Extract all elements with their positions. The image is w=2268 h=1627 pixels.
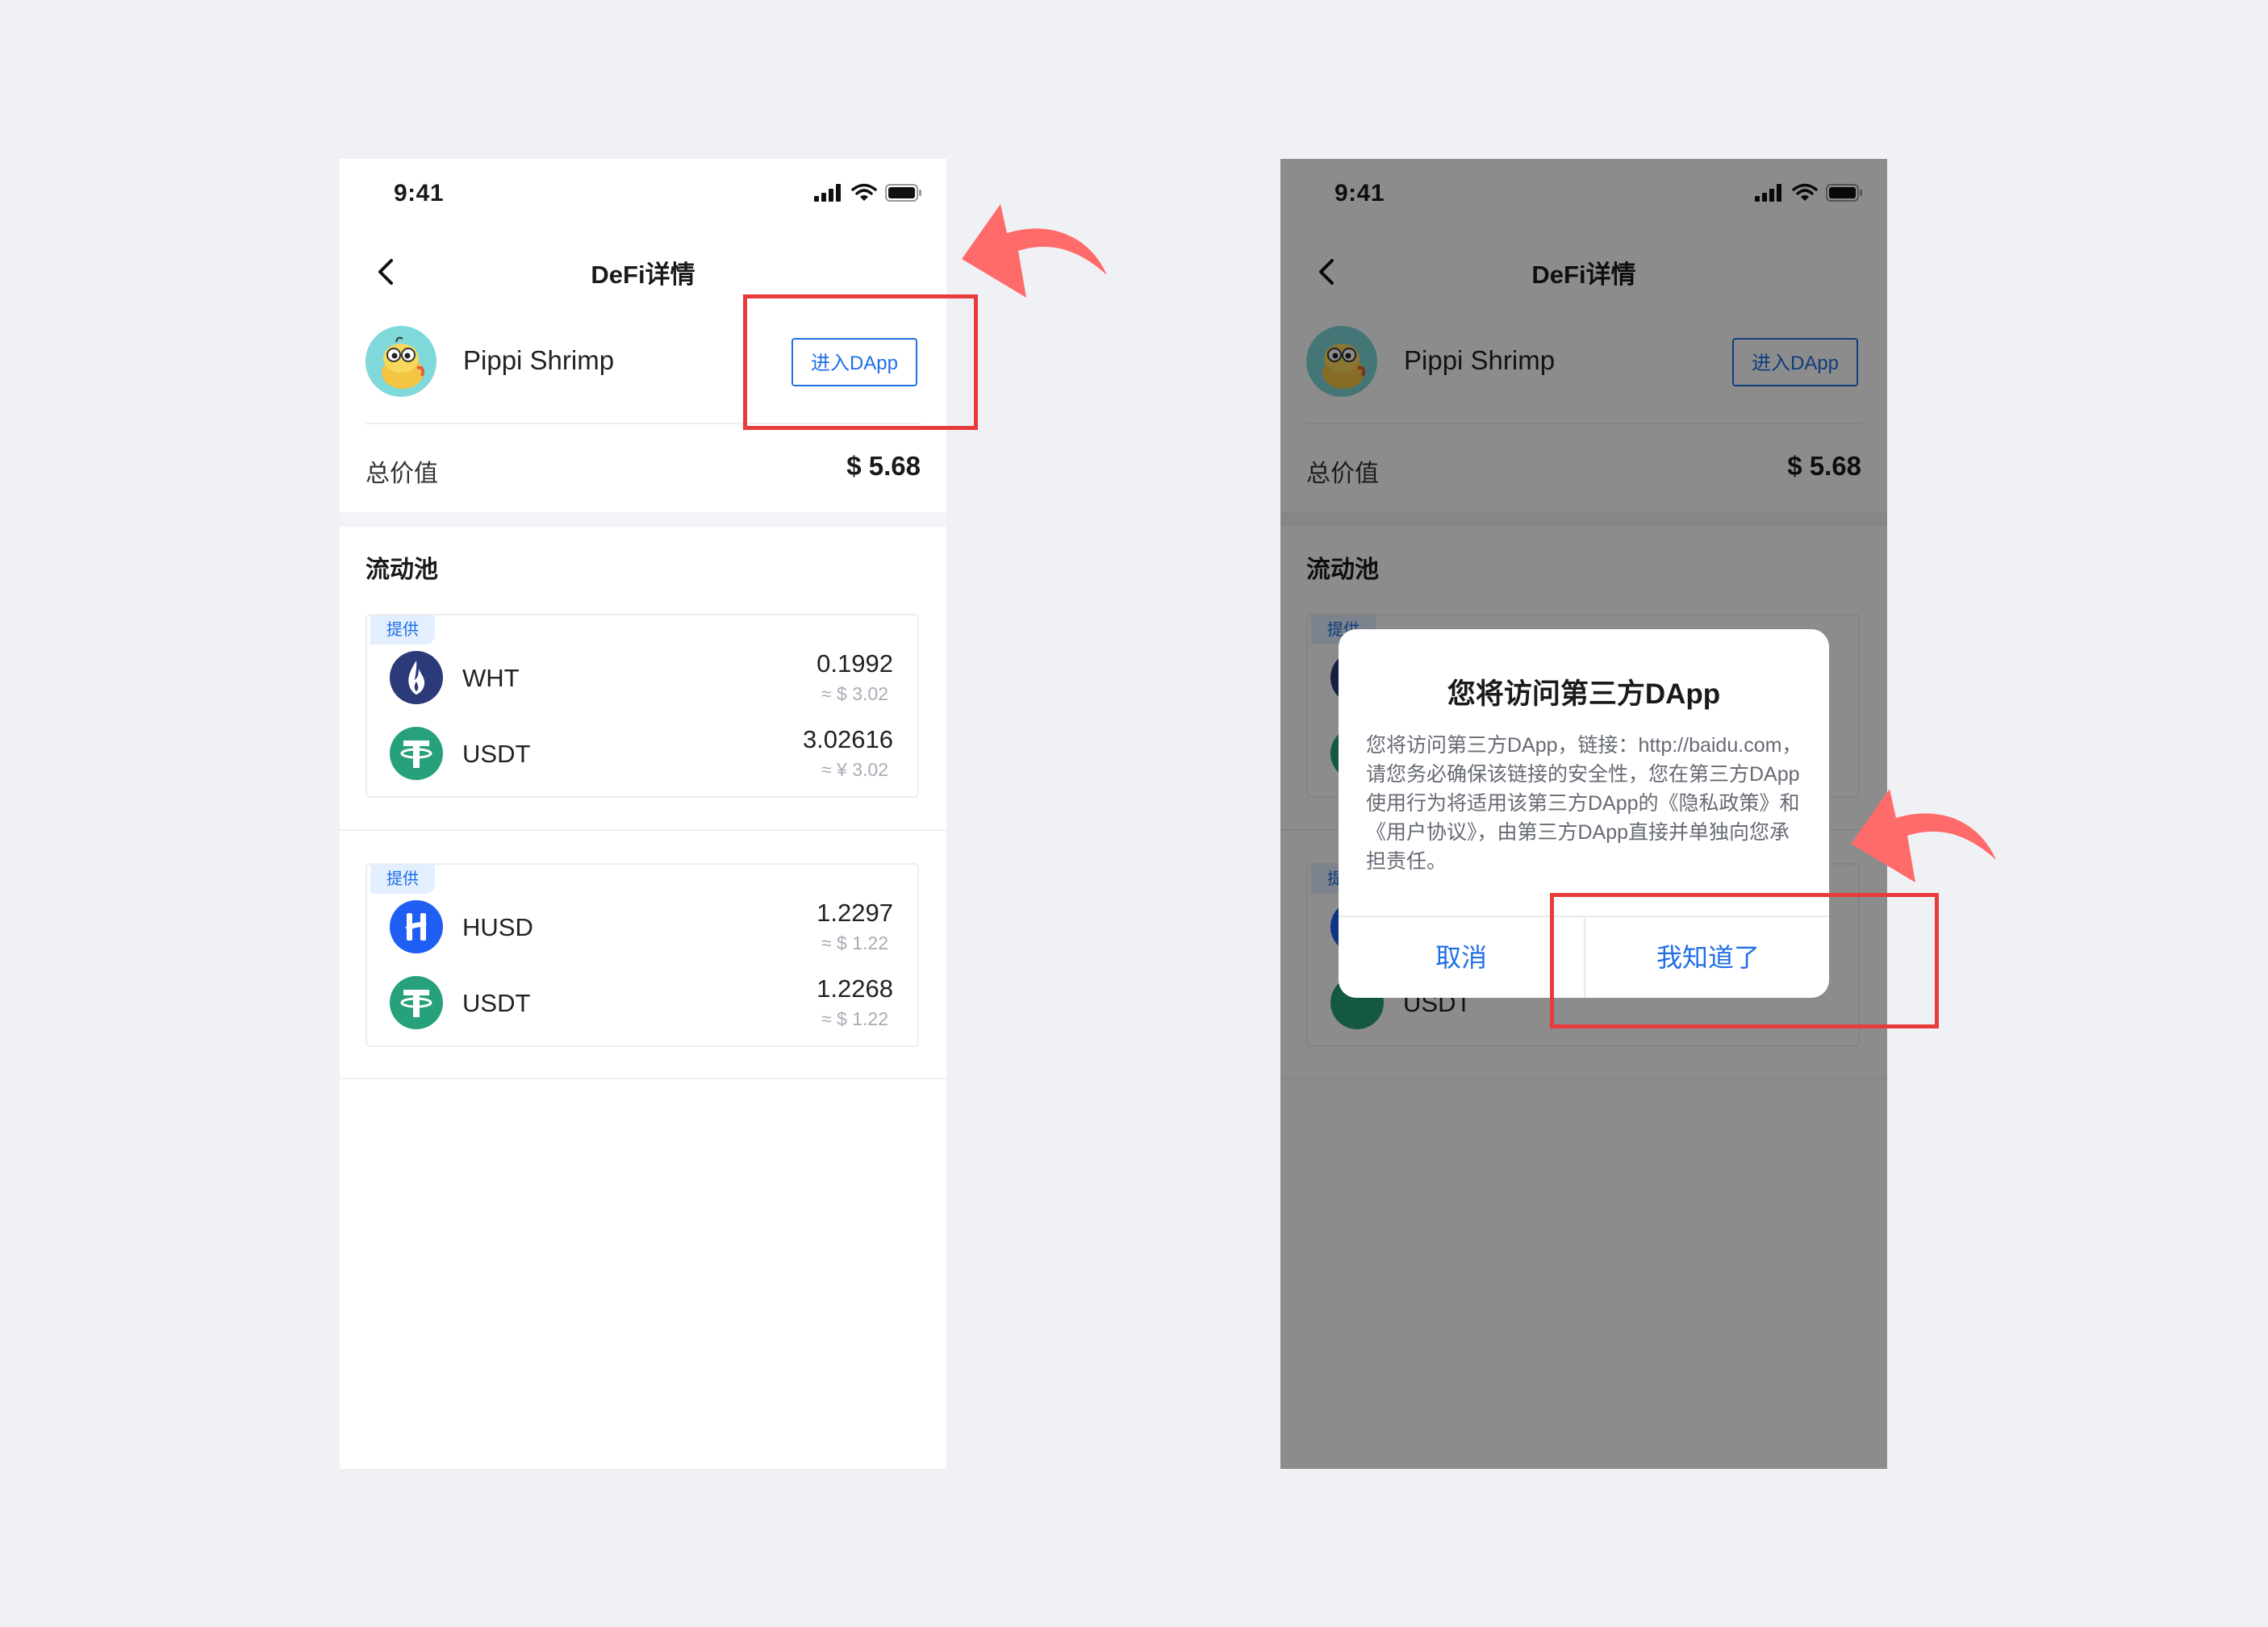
wifi-icon <box>851 183 877 201</box>
token-fiat-value: ≈ $ 1.22 <box>821 932 888 953</box>
divider <box>340 829 946 831</box>
battery-icon <box>885 184 921 202</box>
wht-icon <box>390 651 443 704</box>
total-value-label: 总价值 <box>365 461 438 487</box>
status-time: 9:41 <box>394 180 445 207</box>
token-fiat-value: ≈ ¥ 3.02 <box>821 759 888 780</box>
highlight-box <box>1550 893 1939 1028</box>
token-amount: 0.1992 <box>817 649 893 678</box>
highlight-box <box>743 294 978 430</box>
divider <box>340 1078 946 1079</box>
signal-icon <box>814 184 841 202</box>
pool-card[interactable]: 提供 HUSD 1.2297 ≈ $ 1.22 USDT 1.2268 ≈ $ … <box>365 863 919 1047</box>
section-separator <box>340 512 946 527</box>
status-bar: 9:41 <box>340 159 946 230</box>
token-amount: 1.2268 <box>817 974 893 1003</box>
phone-screen-dapp-warning: 9:41 DeFi详情 Pippi Shrimp 进入DApp 总价值 $ 5.… <box>1280 159 1887 1469</box>
provide-tag: 提供 <box>370 865 435 894</box>
token-fiat-value: ≈ $ 3.02 <box>821 683 888 704</box>
cancel-button[interactable]: 取消 <box>1339 917 1584 998</box>
token-symbol: HUSD <box>462 913 533 941</box>
dapp-name: Pippi Shrimp <box>463 345 615 375</box>
pointing-arrow-icon <box>1851 789 1996 882</box>
token-symbol: WHT <box>462 664 520 692</box>
dialog-title: 您将访问第三方DApp <box>1447 678 1721 710</box>
pointing-arrow-icon <box>962 204 1107 298</box>
liquidity-pool-title: 流动池 <box>365 557 438 583</box>
page-title: DeFi详情 <box>591 261 695 289</box>
token-symbol: USDT <box>462 989 531 1017</box>
token-amount: 1.2297 <box>817 899 893 927</box>
dialog-message: 您将访问第三方DApp，链接：http://baidu.com，请您务必确保该链… <box>1366 734 1802 873</box>
provide-tag: 提供 <box>370 615 435 645</box>
pool-card[interactable]: 提供 WHT 0.1992 ≈ $ 3.02 USDT 3.02616 ≈ ¥ … <box>365 614 919 798</box>
usdt-icon <box>390 976 443 1029</box>
husd-icon <box>390 900 443 953</box>
token-symbol: USDT <box>462 740 531 768</box>
total-value-amount: $ 5.68 <box>846 451 921 481</box>
token-fiat-value: ≈ $ 1.22 <box>821 1008 888 1029</box>
dapp-avatar-icon <box>365 326 436 397</box>
usdt-icon <box>390 727 443 780</box>
token-amount: 3.02616 <box>802 725 893 753</box>
